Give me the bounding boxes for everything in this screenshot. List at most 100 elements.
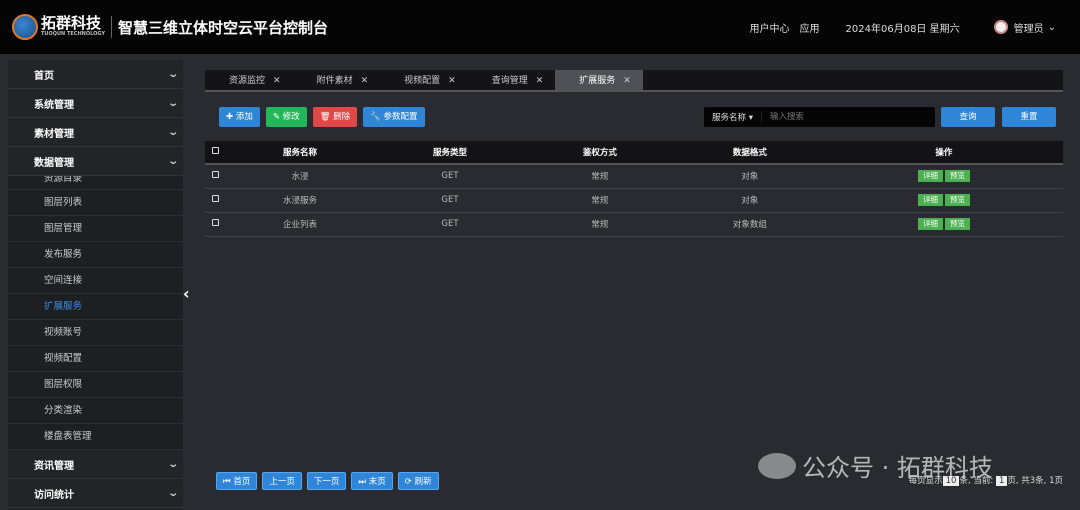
close-tab-icon[interactable]: ✕ — [623, 70, 631, 90]
detail-button[interactable]: 详细 — [917, 218, 943, 230]
sidebar-item[interactable]: 发布服务 — [8, 242, 183, 268]
close-tab-icon[interactable]: ✕ — [536, 70, 544, 90]
search-field-select[interactable]: 服务名称 ▾ — [704, 111, 762, 123]
page-size-input[interactable]: 10 — [942, 476, 960, 486]
divider — [110, 16, 112, 38]
pagination: ⏮ 首页 上一页 下一页 ⏭ 末页 ⟳ 刷新 — [216, 472, 439, 490]
current-page-input[interactable]: 1 — [995, 476, 1008, 486]
search-input[interactable] — [761, 112, 876, 122]
table-cell: 常规 — [524, 164, 675, 189]
reset-button[interactable]: 重置 — [1002, 107, 1056, 127]
sidebar-item[interactable]: 空间连接 — [8, 268, 183, 294]
sidebar-item[interactable]: 扩展服务 — [8, 294, 183, 320]
sidebar: 首页 ⌄ 系统管理 ⌄ 素材管理 ⌄ 数据管理 ⌄ 资源目录 图层列表 图层管理 发布服务 空间连接 扩展… — [8, 60, 183, 510]
detail-button[interactable]: 详细 — [917, 170, 943, 183]
user-menu[interactable]: 管理员 — [1014, 20, 1044, 35]
sidebar-item[interactable]: 楼盘表管理 — [8, 424, 183, 450]
column-header: 操作 — [824, 141, 1063, 165]
table-cell: GET — [374, 188, 525, 213]
sidebar-menu[interactable]: 数据管理 ⌄ — [8, 147, 183, 176]
param-config-button[interactable]: 🔧 参数配置 — [363, 107, 425, 127]
preview-button[interactable]: 预览 — [944, 170, 970, 183]
date-display: 2024年06月08日 星期六 — [845, 23, 960, 35]
close-tab-icon[interactable]: ✕ — [361, 70, 369, 90]
sidebar-menu[interactable]: 首页 ⌄ — [8, 60, 183, 89]
logo-subtext: TUOQUN TECHNOLOGY — [41, 31, 105, 37]
table-cell: 水浸 — [225, 164, 375, 189]
app-title: 智慧三维立体时空云平台控制台 — [117, 18, 328, 37]
first-page-button[interactable]: ⏮ 首页 — [216, 472, 258, 490]
sidebar-item[interactable]: 资源目录 — [8, 176, 183, 190]
apps-link[interactable]: 应用 — [800, 20, 820, 35]
table-cell: 常规 — [524, 188, 675, 213]
delete-button[interactable]: 🗑 删除 — [312, 107, 358, 127]
tab[interactable]: 扩展服务 ✕ — [555, 70, 643, 90]
chevron-down-icon[interactable]: ⌄ — [1048, 22, 1056, 33]
column-header: 数据格式 — [674, 141, 825, 165]
row-checkbox[interactable] — [211, 195, 219, 202]
chevron-down-icon: ⌄ — [166, 458, 179, 470]
query-button[interactable]: 查询 — [941, 107, 995, 127]
row-checkbox[interactable] — [211, 219, 219, 226]
tab[interactable]: 资源监控 ✕ — [205, 70, 293, 90]
wechat-icon — [758, 452, 796, 479]
avatar[interactable] — [993, 20, 1008, 34]
sidebar-item[interactable]: 图层权限 — [8, 372, 183, 398]
services-table: 服务名称 服务类型 鉴权方式 数据格式 操作 水浸 GET 常规 对象 详细 预览 水浸服务 GET 常… — [205, 141, 1063, 237]
table-row[interactable]: 水浸服务 GET 常规 对象 详细 预览 — [205, 188, 1063, 213]
page-info: 每页显示 10 条, 当前: 1 页, 共3条, 1页 — [908, 476, 1063, 486]
chevron-down-icon: ⌄ — [166, 155, 179, 167]
chevron-down-icon: ⌄ — [166, 487, 179, 499]
table-cell: 对象数组 — [674, 212, 825, 237]
chevron-down-icon: ⌄ — [166, 97, 179, 109]
tab-bar: 资源监控 ✕ 附件素材 ✕ 视频配置 ✕ 查询管理 ✕ 扩展服务 ✕ — [205, 70, 1063, 92]
next-page-button[interactable]: 下一页 — [306, 472, 347, 490]
edit-button[interactable]: ✎ 修改 — [265, 107, 307, 127]
chevron-down-icon: ⌄ — [166, 126, 179, 138]
table-cell: 常规 — [524, 212, 675, 237]
sidebar-menu[interactable]: 素材管理 ⌄ — [8, 118, 183, 147]
column-header: 鉴权方式 — [524, 141, 675, 165]
sidebar-item[interactable]: 视频配置 — [8, 346, 183, 372]
column-header: 服务类型 — [374, 141, 525, 165]
tab[interactable]: 查询管理 ✕ — [468, 70, 556, 90]
close-tab-icon[interactable]: ✕ — [273, 70, 281, 90]
top-header: 拓群科技 TUOQUN TECHNOLOGY 智慧三维立体时空云平台控制台 用户中… — [0, 0, 1080, 54]
last-page-button[interactable]: ⏭ 末页 — [351, 472, 393, 490]
preview-button[interactable]: 预览 — [944, 218, 970, 230]
select-all-checkbox[interactable] — [211, 147, 219, 154]
table-cell: GET — [374, 164, 525, 189]
row-checkbox[interactable] — [211, 171, 219, 179]
table-cell: 企业列表 — [225, 212, 375, 237]
sidebar-menu[interactable]: 系统管理 ⌄ — [8, 89, 183, 118]
sidebar-item[interactable]: 图层列表 — [8, 190, 183, 216]
prev-page-button[interactable]: 上一页 — [262, 472, 302, 490]
table-row[interactable]: 企业列表 GET 常规 对象数组 详细 预览 — [205, 212, 1063, 237]
sidebar-menu[interactable]: 访问统计 ⌄ — [8, 479, 183, 508]
sidebar-menu[interactable]: 资讯管理 ⌄ — [8, 450, 183, 479]
sidebar-item[interactable]: 视频账号 — [8, 320, 183, 346]
user-center-link[interactable]: 用户中心 — [750, 20, 790, 35]
refresh-button[interactable]: ⟳ 刷新 — [397, 472, 439, 490]
collapse-sidebar-icon[interactable]: ‹ — [183, 284, 190, 303]
table-cell: 对象 — [674, 188, 825, 213]
table-cell: 对象 — [674, 164, 825, 189]
tab[interactable]: 视频配置 ✕ — [380, 70, 468, 90]
chevron-down-icon: ⌄ — [166, 68, 179, 80]
search-bar: 服务名称 ▾ — [704, 107, 935, 127]
sidebar-item[interactable]: 图层管理 — [8, 216, 183, 242]
table-cell: 水浸服务 — [225, 188, 375, 213]
sidebar-item[interactable]: 分类渲染 — [8, 398, 183, 424]
table-cell: GET — [374, 212, 525, 237]
logo: 拓群科技 TUOQUN TECHNOLOGY 智慧三维立体时空云平台控制台 — [12, 14, 328, 40]
add-button[interactable]: ✚ 添加 — [219, 107, 260, 127]
detail-button[interactable]: 详细 — [917, 194, 943, 206]
logo-text: 拓群科技 — [41, 14, 102, 32]
column-header: 服务名称 — [225, 141, 375, 165]
preview-button[interactable]: 预览 — [944, 194, 970, 206]
main-panel: 资源监控 ✕ 附件素材 ✕ 视频配置 ✕ 查询管理 ✕ 扩展服务 ✕ ✚ 添加 ✎ 修改 🗑 删除… — [205, 70, 1063, 237]
logo-icon — [12, 14, 38, 40]
close-tab-icon[interactable]: ✕ — [448, 70, 456, 90]
tab[interactable]: 附件素材 ✕ — [293, 70, 381, 90]
table-row[interactable]: 水浸 GET 常规 对象 详细 预览 — [205, 164, 1063, 189]
